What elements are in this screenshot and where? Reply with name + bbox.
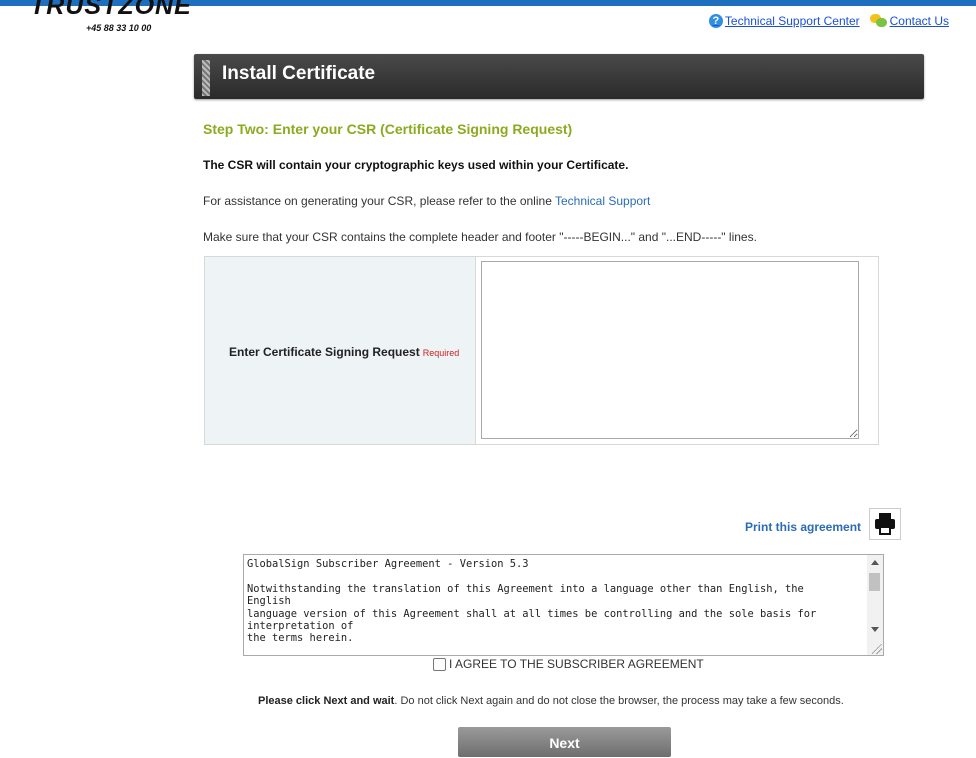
contact-us-label: Contact Us: [889, 14, 949, 28]
help-icon: ?: [708, 14, 723, 28]
wait-notice: Please click Next and wait. Do not click…: [258, 695, 844, 707]
print-agreement-link[interactable]: Print this agreement: [745, 520, 861, 534]
logo-text: TRUSTZONE: [30, 0, 190, 20]
page-title: Install Certificate: [222, 63, 376, 84]
header-stripe-decoration: [202, 60, 210, 96]
trustzone-logo[interactable]: TRUSTZONE +45 88 33 10 00: [30, 0, 190, 36]
resize-grip-icon[interactable]: [872, 644, 882, 654]
contact-us-link[interactable]: Contact Us: [869, 14, 949, 28]
step-title: Step Two: Enter your CSR (Certificate Si…: [203, 121, 573, 137]
scroll-thumb[interactable]: [869, 573, 880, 591]
technical-support-center-label: Technical Support Center: [724, 14, 860, 28]
agreement-scrollbar[interactable]: [867, 555, 883, 655]
agree-checkbox-label: I AGREE TO THE SUBSCRIBER AGREEMENT: [449, 657, 704, 671]
scroll-down-arrow-icon[interactable]: [871, 627, 879, 632]
agreement-text: GlobalSign Subscriber Agreement - Versio…: [247, 558, 817, 645]
csr-form-table: Enter Certificate Signing Request Require…: [204, 256, 879, 445]
wait-notice-rest: . Do not click Next again and do not clo…: [394, 695, 844, 707]
wait-notice-bold: Please click Next and wait: [258, 695, 395, 707]
agree-checkbox-row[interactable]: I AGREE TO THE SUBSCRIBER AGREEMENT: [433, 657, 704, 671]
csr-textarea[interactable]: [481, 261, 859, 439]
csr-label-cell: Enter Certificate Signing Request Require…: [205, 257, 476, 444]
logo-phone: +45 88 33 10 00: [86, 23, 152, 33]
header-footer-note: Make sure that your CSR contains the com…: [203, 230, 757, 244]
next-button[interactable]: Next: [458, 727, 671, 757]
technical-support-link[interactable]: Technical Support: [555, 194, 650, 208]
csr-assistance-text: For assistance on generating your CSR, p…: [203, 194, 650, 208]
csr-intro-text: The CSR will contain your cryptographic …: [203, 158, 629, 172]
agree-checkbox[interactable]: [433, 657, 446, 671]
scroll-up-arrow-icon[interactable]: [871, 560, 879, 565]
required-indicator: Required: [422, 348, 460, 358]
print-agreement-row: Print this agreement: [745, 508, 902, 540]
subscriber-agreement-textarea[interactable]: GlobalSign Subscriber Agreement - Versio…: [243, 554, 884, 656]
technical-support-center-link[interactable]: ? Technical Support Center: [708, 14, 860, 28]
assistance-prefix: For assistance on generating your CSR, p…: [203, 194, 555, 208]
printer-icon[interactable]: [869, 508, 902, 540]
top-links: ? Technical Support Center Contact Us: [708, 14, 949, 28]
csr-field-label: Enter Certificate Signing Request Require…: [229, 345, 459, 359]
page-header: Install Certificate: [194, 54, 924, 99]
chat-bubbles-icon: [869, 14, 888, 28]
csr-label-text: Enter Certificate Signing Request: [229, 345, 420, 359]
